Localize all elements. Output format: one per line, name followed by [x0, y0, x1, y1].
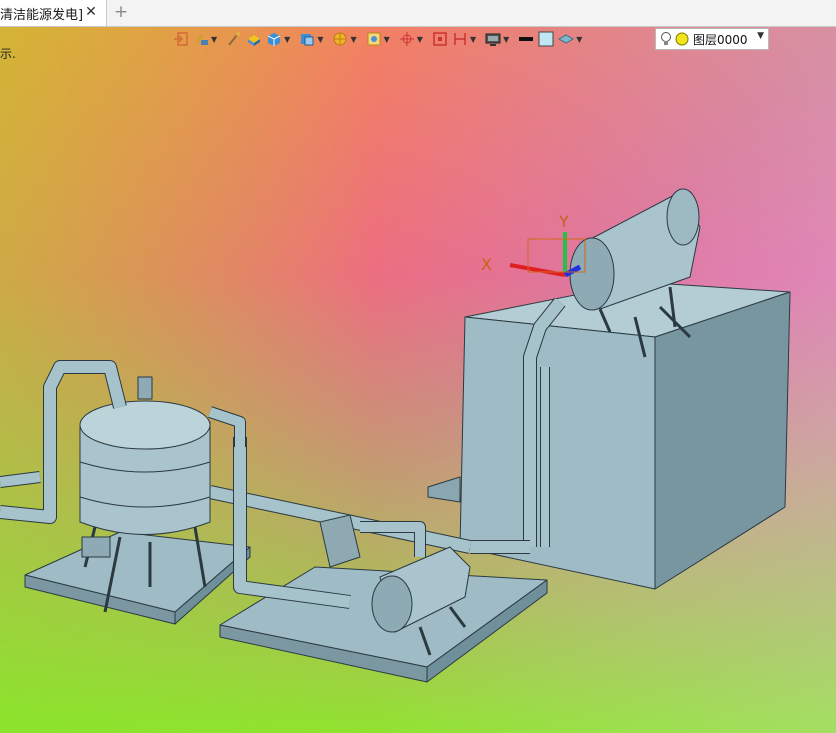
plant-model[interactable]: Y X	[0, 27, 836, 733]
valve-box	[81, 536, 111, 558]
document-tab[interactable]: 清洁能源发电] ✕	[0, 0, 107, 26]
add-tab-icon[interactable]: +	[113, 3, 129, 21]
close-icon[interactable]: ✕	[84, 5, 98, 19]
left-base-plate	[24, 531, 251, 625]
document-tab-bar: 清洁能源发电] ✕ +	[0, 0, 836, 27]
x-axis-label: X	[481, 255, 492, 274]
coordinate-axes: Y X	[481, 212, 586, 278]
3d-viewport[interactable]: 示. ▼ ▼ ▼ ▼ ▼ ▼ ▼ ▼ ▼ 图层0000 ▼ Y X	[0, 27, 836, 733]
y-axis-label: Y	[558, 212, 569, 231]
document-tab-label: 清洁能源发电]	[0, 7, 84, 23]
